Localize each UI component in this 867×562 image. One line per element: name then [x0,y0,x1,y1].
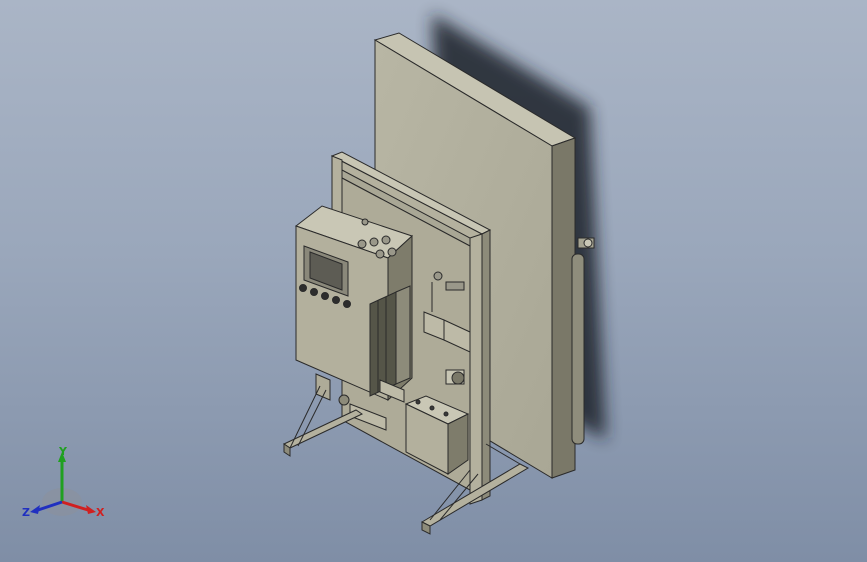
cad-model[interactable] [0,0,867,562]
y-axis-label: Y [58,446,68,458]
x-axis-head [86,505,96,514]
x-axis-label: X [96,506,105,519]
terminal-rail [369,285,411,397]
3d-viewport[interactable]: Y X Z [0,0,867,562]
z-axis-label: Z [22,506,30,519]
z-axis-head [30,505,40,514]
orientation-triad[interactable]: Y X Z [22,446,112,526]
